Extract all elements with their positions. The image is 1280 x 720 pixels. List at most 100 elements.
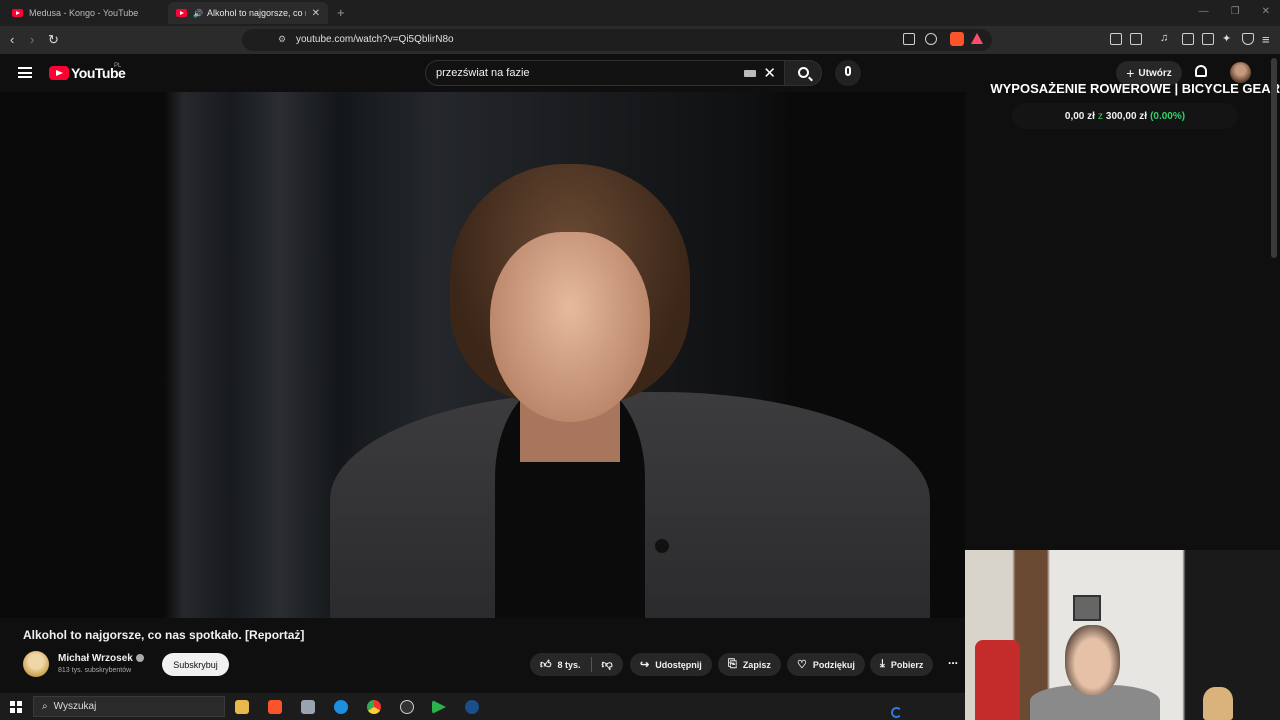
thumbs-up-icon[interactable]: 👍︎ (540, 658, 552, 671)
download-icon: ⤓ (880, 658, 885, 670)
share-button[interactable]: ↪ Udostępnij (630, 653, 712, 676)
thumbs-down-icon[interactable]: 👎︎ (602, 658, 613, 671)
like-count[interactable]: 8 tys. (558, 660, 581, 670)
save-label: Zapisz (742, 659, 771, 670)
share-arrow-icon: ↪ (640, 659, 650, 671)
url-text[interactable]: youtube.com/watch?v=Qi5QblirN8o (296, 34, 454, 45)
channel-name-row[interactable]: Michał Wrzosek (58, 653, 144, 664)
hamburger-menu-icon[interactable] (18, 67, 32, 78)
channel-avatar[interactable] (23, 651, 49, 677)
like-dislike-group: 👍︎ 8 tys. 👎︎ (530, 653, 623, 676)
webcam-wall-picture (1073, 595, 1101, 621)
windows-taskbar: ⌕ Wyszukaj (0, 693, 965, 720)
browser-tab-strip: Medusa - Kongo - YouTube 🔊 Alkohol to na… (0, 0, 1280, 26)
like-divider (590, 657, 592, 672)
subscribe-button[interactable]: Subskrybuj (162, 653, 229, 676)
tab-title: Alkohol to najgorsze, co nas s (206, 8, 306, 18)
minimize-icon[interactable]: — (1199, 6, 1209, 17)
file-explorer-icon[interactable] (235, 700, 249, 714)
clear-search-icon[interactable]: ✕ (763, 64, 776, 82)
tab-alkohol[interactable]: 🔊 Alkohol to najgorsze, co nas s ✕ (168, 2, 328, 24)
brave-rewards-icon[interactable] (971, 33, 983, 44)
goal-separator: z (1097, 110, 1103, 122)
audio-playing-icon[interactable]: 🔊 (193, 9, 203, 18)
webcam-red-chair (975, 640, 1020, 720)
media-icon[interactable]: ♫ (1160, 32, 1168, 44)
plus-icon: + (1126, 65, 1135, 81)
youtube-favicon-icon (176, 9, 187, 17)
brave-browser-icon[interactable] (268, 700, 282, 714)
extensions-icon[interactable] (1110, 33, 1122, 45)
taskbar-search-text[interactable]: Wyszukaj (54, 701, 97, 712)
thanks-heart-icon: ♡ (797, 659, 807, 671)
leo-ai-icon[interactable]: ✦ (1222, 32, 1231, 45)
webcam-person-head (1065, 625, 1120, 695)
search-input[interactable]: przezświat na fazie (436, 67, 530, 79)
vpn-icon[interactable] (1242, 33, 1254, 45)
download-button[interactable]: ⤓ Pobierz (870, 653, 934, 676)
reader-icon[interactable] (1130, 33, 1142, 45)
youtube-favicon-icon (12, 9, 23, 17)
close-tab-icon[interactable]: ✕ (312, 8, 320, 19)
menu-icon[interactable]: ≡ (1262, 32, 1270, 47)
goal-target: 300,00 zł (1105, 110, 1148, 122)
forward-icon[interactable]: › (30, 32, 34, 47)
verified-icon (135, 654, 144, 663)
video-title: Alkohol to najgorsze, co nas spotkało. [… (23, 628, 305, 642)
cast-icon[interactable] (903, 33, 915, 45)
new-tab-button[interactable]: + (337, 5, 345, 20)
goal-progress-bar: 0,00 zł z 300,00 zł (0.00%) (1012, 103, 1238, 129)
wallet-icon[interactable] (1202, 33, 1214, 45)
address-bar[interactable]: ⚙ youtube.com/watch?v=Qi5QblirN8o (242, 29, 992, 51)
video-player[interactable] (0, 92, 965, 618)
sidebar-icon[interactable] (1182, 33, 1194, 45)
thanks-button[interactable]: ♡ Podziękuj (787, 653, 865, 676)
page-scrollbar[interactable] (1271, 58, 1277, 258)
youtube-logo-icon[interactable] (49, 66, 69, 80)
search-button[interactable] (784, 60, 822, 86)
microphone-icon (845, 66, 851, 76)
channel-name[interactable]: Michał Wrzosek (58, 653, 133, 664)
share-icon[interactable] (925, 33, 937, 45)
maximize-icon[interactable]: ❐ (1231, 6, 1240, 17)
reload-icon[interactable]: ↻ (48, 32, 59, 48)
share-label: Udostępnij (655, 659, 702, 670)
obs-studio-icon[interactable] (400, 700, 414, 714)
voice-search-button[interactable] (835, 60, 861, 86)
goal-percent: (0.00%) (1150, 110, 1186, 122)
site-info-icon[interactable]: ⚙ (278, 34, 286, 45)
video-person-face (490, 232, 650, 422)
download-label: Pobierz (890, 659, 924, 670)
tab-title: Medusa - Kongo - YouTube (29, 8, 139, 18)
browser-toolbar: ‹ › ↻ 🔖 ⚙ youtube.com/watch?v=Qi5QblirN8… (0, 26, 1280, 54)
loading-cursor-icon (891, 707, 902, 718)
goal-title: WYPOSAŻENIE ROWEROWE | BICYCLE GEAR (990, 81, 1280, 96)
search-box[interactable]: przezświat na fazie ✕ (425, 60, 785, 86)
brave-shield-icon[interactable] (950, 32, 964, 46)
webcam-cat-sticker (1203, 687, 1233, 720)
thanks-label: Podziękuj (812, 659, 855, 670)
close-window-icon[interactable]: ✕ (1262, 6, 1270, 17)
back-icon[interactable]: ‹ (10, 32, 14, 47)
region-code: PL (114, 63, 122, 69)
create-label: Utwórz (1138, 67, 1172, 79)
account-avatar[interactable] (1230, 62, 1251, 83)
edge-browser-icon[interactable] (334, 700, 348, 714)
app-icon[interactable] (301, 700, 315, 714)
save-button[interactable]: ⎘ Zapisz (718, 653, 781, 676)
taskbar-search-icon: ⌕ (42, 701, 48, 712)
steam-icon[interactable] (465, 700, 479, 714)
chrome-browser-icon[interactable] (367, 700, 381, 714)
streamer-webcam (965, 550, 1280, 720)
save-bookmark-icon: ⎘ (728, 658, 737, 670)
keyboard-icon[interactable] (744, 70, 756, 77)
goal-current: 0,00 zł (1064, 110, 1095, 122)
taskbar-search[interactable]: ⌕ Wyszukaj (33, 696, 225, 717)
lavalier-microphone (655, 539, 669, 553)
window-controls: — ❐ ✕ (1199, 6, 1270, 17)
tab-medusa[interactable]: Medusa - Kongo - YouTube (4, 2, 166, 24)
subscriber-count: 813 tys. subskrybentów (58, 667, 132, 674)
windows-start-icon[interactable] (10, 701, 22, 713)
notifications-bell-icon[interactable] (1195, 65, 1207, 77)
media-player-icon[interactable] (432, 700, 446, 714)
